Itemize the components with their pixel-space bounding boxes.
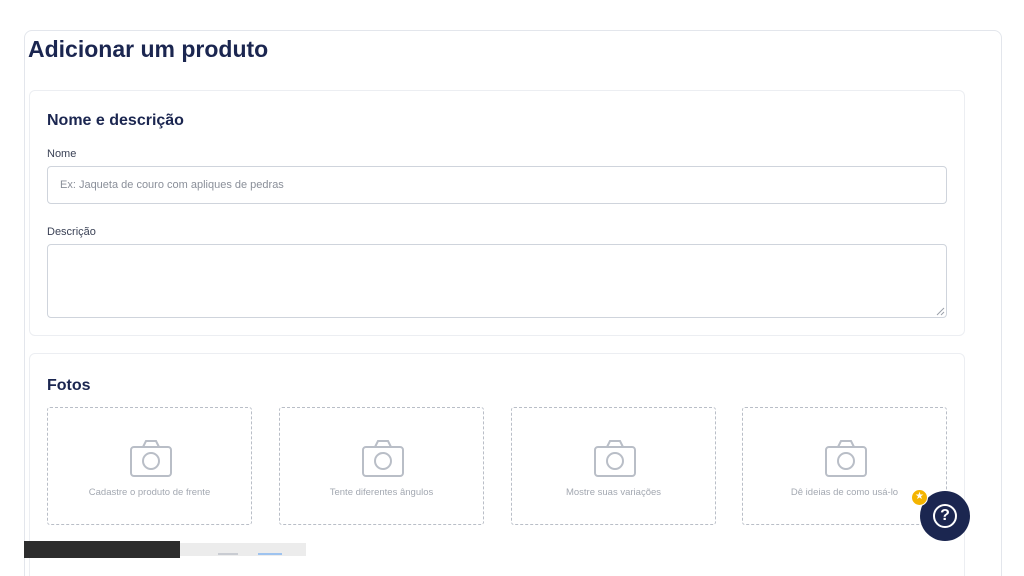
page-title: Adicionar um produto (28, 36, 269, 62)
photo-slot-angles[interactable]: Tente diferentes ângulos (279, 407, 484, 525)
camera-icon (362, 440, 404, 477)
photo-slot-usage-ideas[interactable]: Dê ideias de como usá-lo (742, 407, 947, 525)
photo-slot-variations[interactable]: Mostre suas variações (511, 407, 716, 525)
resize-grip-icon[interactable] (936, 307, 945, 316)
photo-slot-label: Cadastre o produto de frente (88, 487, 211, 498)
name-input[interactable] (47, 166, 947, 204)
photo-slot-label: Tente diferentes ângulos (329, 487, 434, 498)
taskbar (24, 541, 180, 558)
camera-icon (594, 440, 636, 477)
help-symbol: ? (940, 507, 950, 524)
camera-icon (825, 440, 867, 477)
name-label: Nome (47, 148, 77, 160)
taskbar-tray (180, 543, 306, 556)
description-label: Descrição (47, 226, 96, 238)
photo-slot-label: Mostre suas variações (565, 487, 662, 498)
star-icon: ★ (911, 489, 928, 506)
description-textarea[interactable] (47, 244, 947, 318)
star-badge-symbol: ★ (915, 491, 924, 502)
camera-icon (130, 440, 172, 477)
photo-slot-front[interactable]: Cadastre o produto de frente (47, 407, 252, 525)
name-description-section: Nome e descrição Nome Descrição (29, 90, 965, 336)
section-title-name-description: Nome e descrição (47, 112, 184, 129)
section-title-photos: Fotos (47, 377, 91, 394)
